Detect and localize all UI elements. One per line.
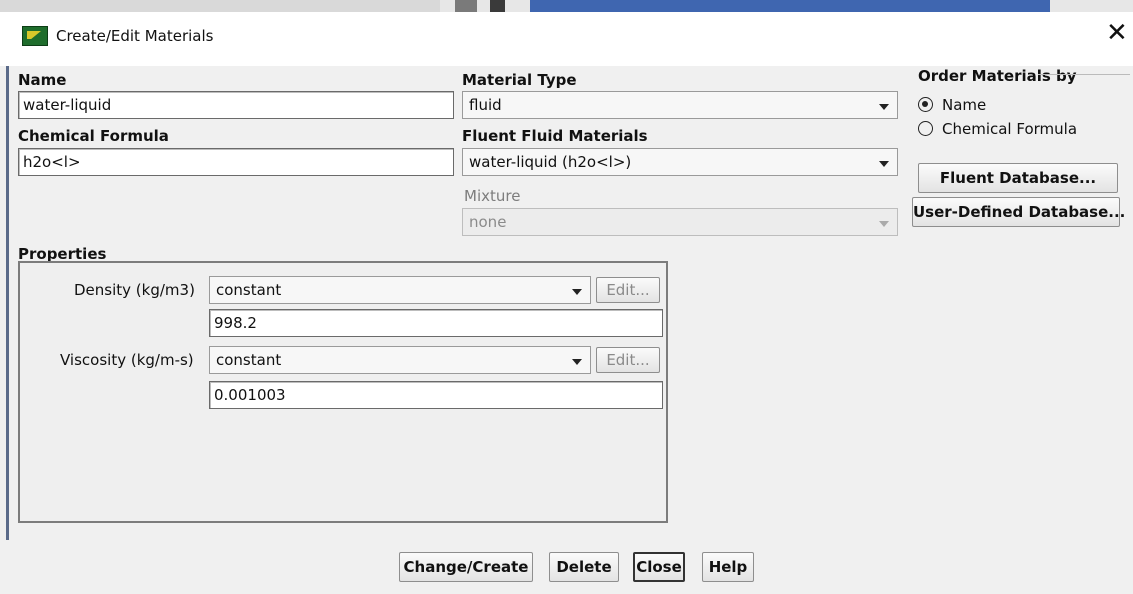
order-by-name-radio[interactable]: Name: [918, 96, 1118, 114]
mixture-dropdown: none: [462, 208, 898, 236]
viscosity-edit-button[interactable]: Edit...: [596, 347, 660, 373]
fluent-materials-label: Fluent Fluid Materials: [462, 127, 648, 145]
chevron-down-icon: [879, 221, 889, 227]
radio-unselected-icon: [918, 121, 933, 136]
radio-selected-icon: [918, 97, 933, 112]
chevron-down-icon: [879, 104, 889, 110]
chevron-down-icon: [572, 289, 582, 295]
order-by-formula-radio[interactable]: Chemical Formula: [918, 120, 1118, 138]
density-method-value: constant: [216, 281, 282, 299]
viscosity-method-value: constant: [216, 351, 282, 369]
name-label: Name: [18, 71, 67, 89]
help-button[interactable]: Help: [702, 552, 754, 582]
density-label: Density (kg/m3): [74, 281, 195, 299]
order-by-group-line: [1038, 74, 1130, 75]
change-create-button[interactable]: Change/Create: [399, 552, 533, 582]
close-icon[interactable]: ✕: [1106, 18, 1128, 48]
fluent-materials-dropdown[interactable]: water-liquid (h2o<l>): [462, 148, 898, 176]
order-by-formula-label: Chemical Formula: [942, 120, 1078, 138]
close-button[interactable]: Close: [633, 552, 685, 582]
mixture-label: Mixture: [464, 187, 521, 205]
window-edge: [6, 66, 9, 594]
chevron-down-icon: [572, 359, 582, 365]
material-type-label: Material Type: [462, 71, 577, 89]
viscosity-method-dropdown[interactable]: constant: [209, 346, 591, 374]
mixture-value: none: [469, 213, 507, 231]
material-type-dropdown[interactable]: fluid: [462, 91, 898, 119]
order-by-name-label: Name: [942, 96, 987, 114]
chevron-down-icon: [879, 161, 889, 167]
fluent-app-icon: [22, 26, 48, 46]
fluent-materials-value: water-liquid (h2o<l>): [469, 153, 632, 171]
material-type-value: fluid: [469, 96, 502, 114]
density-method-dropdown[interactable]: constant: [209, 276, 591, 304]
dialog-title: Create/Edit Materials: [56, 27, 214, 45]
delete-button[interactable]: Delete: [549, 552, 619, 582]
viscosity-value-input[interactable]: 0.001003: [209, 381, 663, 409]
chemical-formula-label: Chemical Formula: [18, 127, 169, 145]
user-defined-database-button[interactable]: User-Defined Database...: [912, 197, 1125, 227]
name-input[interactable]: water-liquid: [18, 91, 454, 119]
density-edit-button[interactable]: Edit...: [596, 277, 660, 303]
order-by-label: Order Materials by: [918, 67, 1077, 85]
fluent-database-button[interactable]: Fluent Database...: [918, 163, 1118, 193]
chemical-formula-input[interactable]: h2o<l>: [18, 148, 454, 176]
viscosity-label: Viscosity (kg/m-s): [60, 351, 194, 369]
density-value-input[interactable]: 998.2: [209, 309, 663, 337]
background-window-strip: [0, 0, 1133, 12]
